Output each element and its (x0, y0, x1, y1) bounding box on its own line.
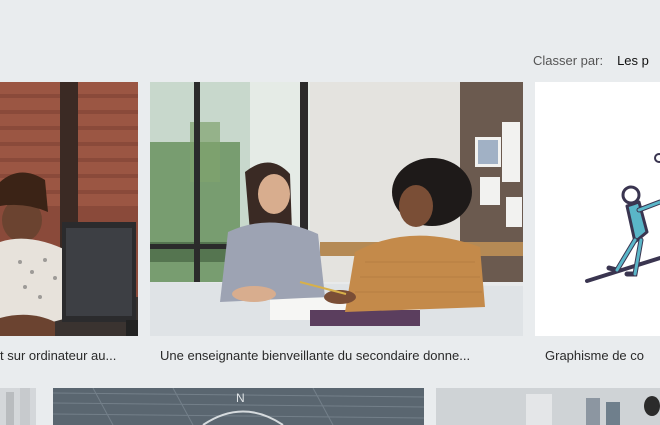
result-caption-1[interactable]: t sur ordinateur au... (0, 346, 138, 366)
result-image-5[interactable]: N (53, 388, 424, 425)
sort-control[interactable]: Classer par: Les p (533, 50, 660, 70)
sort-dropdown[interactable]: Les p (617, 53, 649, 68)
result-caption-3[interactable]: Graphisme de co (545, 346, 660, 366)
result-image-3[interactable] (535, 82, 660, 336)
result-card-5[interactable]: N (53, 388, 424, 425)
result-card-4[interactable] (0, 388, 36, 425)
svg-text:N: N (236, 391, 245, 405)
result-image-4[interactable] (0, 388, 36, 425)
result-card-3[interactable] (535, 82, 660, 336)
result-image-2[interactable] (150, 82, 523, 336)
result-card-2[interactable] (150, 82, 523, 336)
result-image-6[interactable] (436, 388, 660, 425)
result-card-1[interactable] (0, 82, 138, 336)
result-card-6[interactable] (436, 388, 660, 425)
sort-label: Classer par: (533, 52, 604, 68)
result-image-1[interactable] (0, 82, 138, 336)
result-caption-2[interactable]: Une enseignante bienveillante du seconda… (160, 346, 525, 366)
